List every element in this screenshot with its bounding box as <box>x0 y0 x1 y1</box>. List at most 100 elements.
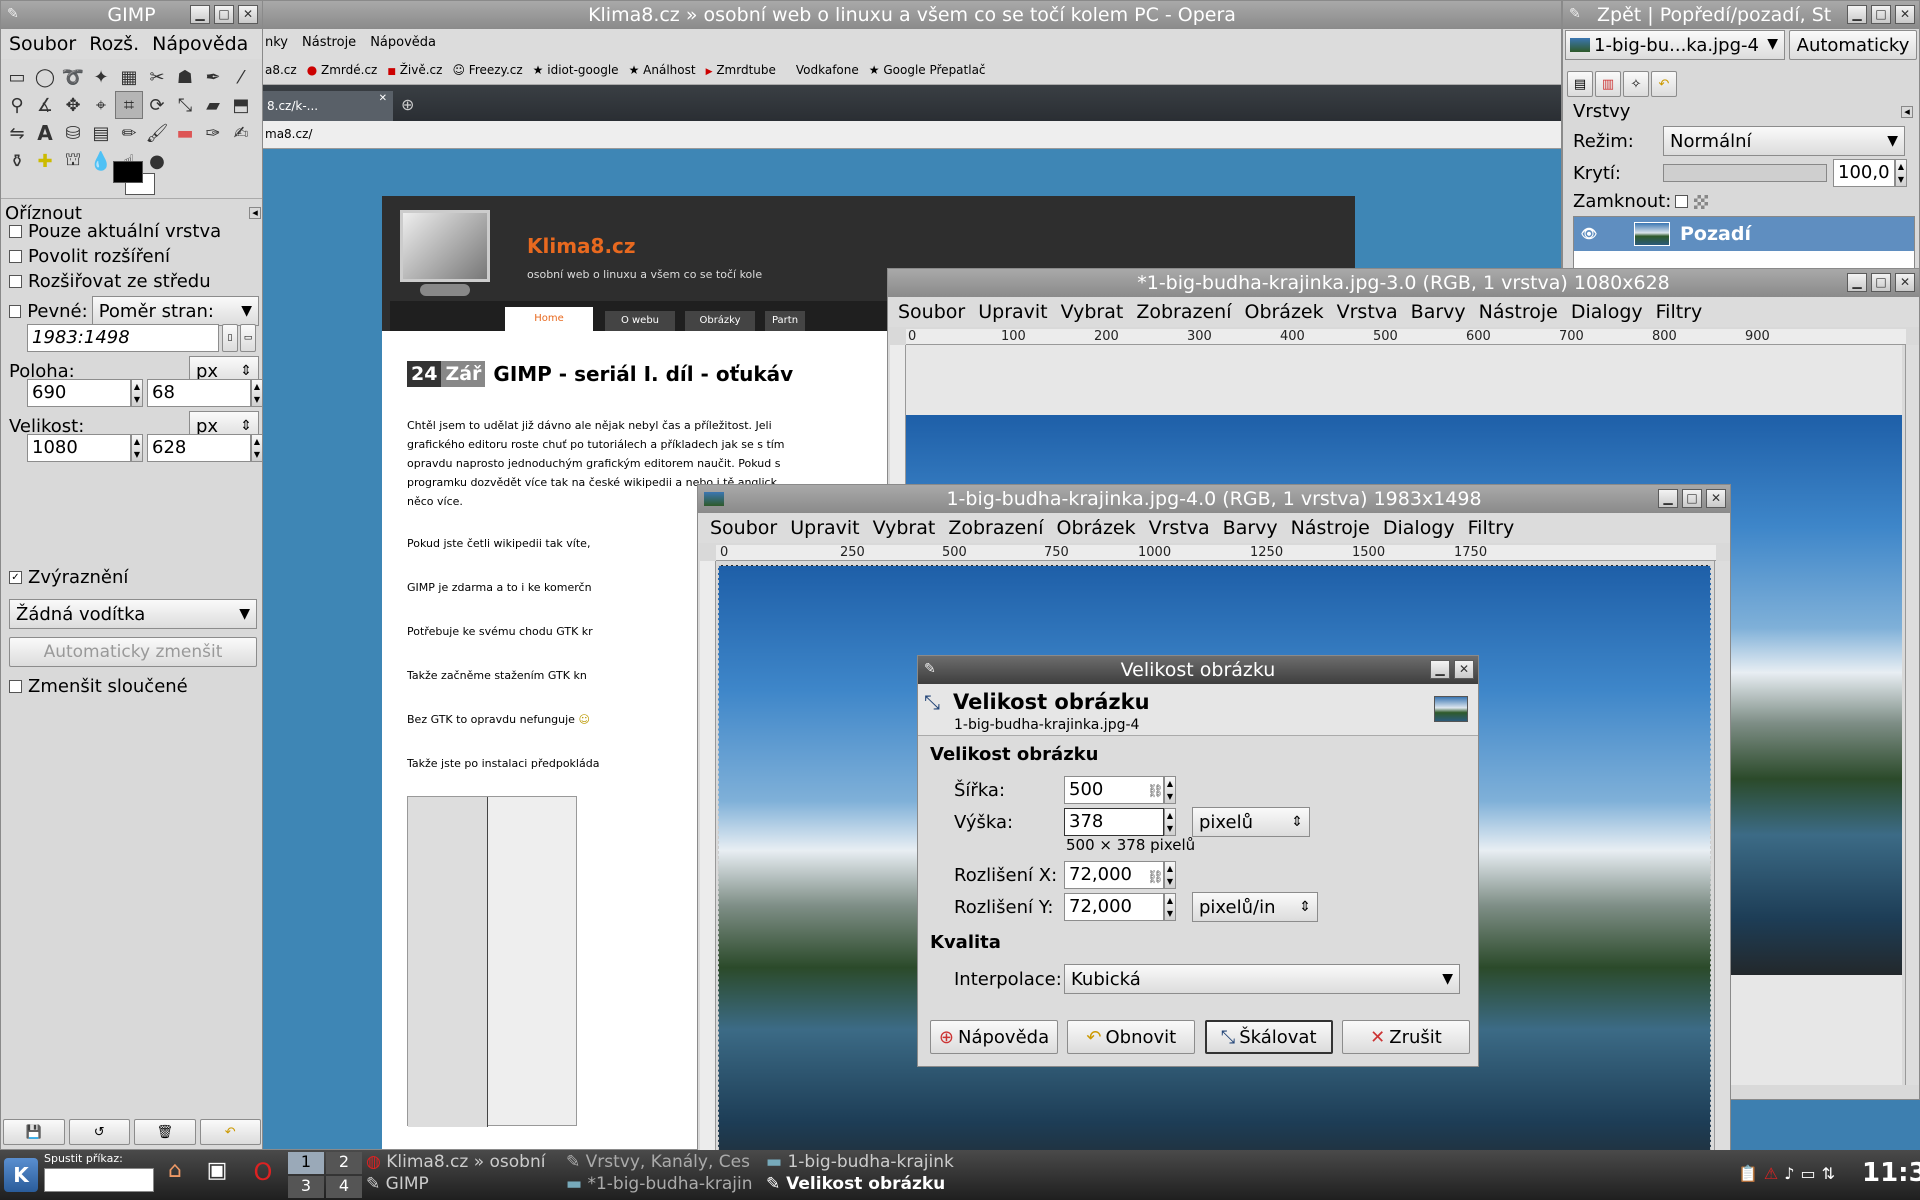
opt-highlight[interactable]: ✓ Zvýraznění <box>9 567 128 588</box>
post-screenshot-image[interactable] <box>407 796 577 1127</box>
auto-shrink-button[interactable]: Automaticky zmenšit <box>9 637 257 667</box>
menu-item[interactable]: Dialogy <box>1571 301 1643 323</box>
color-select-icon[interactable]: ▦ <box>115 63 143 91</box>
restore-options-icon[interactable]: ↺ <box>68 1119 130 1145</box>
checkbox[interactable] <box>9 275 22 288</box>
menu-item[interactable]: Barvy <box>1411 301 1466 323</box>
checkbox[interactable] <box>9 250 22 263</box>
menu-item[interactable]: Zobrazení <box>1136 301 1231 323</box>
bookmark-item[interactable]: ★ Análhost <box>629 63 696 77</box>
task-item[interactable]: ▬ *1-big-budha-krajin <box>566 1174 766 1196</box>
run-command-input[interactable] <box>44 1168 154 1192</box>
tab-layers-icon[interactable]: ▤ <box>1567 71 1593 97</box>
free-select-icon[interactable]: ➰ <box>59 63 87 91</box>
menu-item[interactable]: Barvy <box>1223 517 1278 539</box>
checkbox-checked[interactable]: ✓ <box>9 571 22 584</box>
res-y-spin[interactable]: ▲ ▼ <box>1164 893 1176 921</box>
pos-y-spin[interactable]: ▲ ▼ <box>251 379 262 407</box>
width-spin[interactable]: ▲ ▼ <box>1164 776 1176 804</box>
interp-select[interactable]: Kubická ▼ <box>1064 964 1460 994</box>
pos-x-input[interactable]: 690 <box>27 379 131 407</box>
nav-images[interactable]: Obrázky <box>685 311 755 331</box>
foreground-color[interactable] <box>113 161 143 183</box>
bookmark-item[interactable]: Vodkafone <box>796 63 859 77</box>
ellipse-select-icon[interactable]: ◯ <box>31 63 59 91</box>
menu-item[interactable]: Dialogy <box>1383 517 1455 539</box>
close-icon[interactable]: ✕ <box>1454 660 1474 679</box>
bookmark-item[interactable]: ● Zmrdé.cz <box>307 63 378 77</box>
bookmark-item[interactable]: ★ Google Přepatlač <box>869 63 986 77</box>
paintbrush-icon[interactable]: 🖌 <box>143 119 171 147</box>
height-spin[interactable]: ▲ ▼ <box>1164 808 1176 836</box>
res-y-input[interactable]: 72,000 <box>1064 893 1164 921</box>
opt-shrink-merged[interactable]: Zmenšit sloučené <box>9 676 188 697</box>
mode-select[interactable]: Normální ▼ <box>1663 126 1905 156</box>
image-select[interactable]: 1-big-bu...ka.jpg-4 ▼ <box>1565 30 1785 60</box>
network-icon[interactable]: ⇅ <box>1822 1164 1835 1183</box>
rotate-icon[interactable]: ⟳ <box>143 91 171 119</box>
landscape-icon[interactable]: ▭ <box>240 324 256 352</box>
kde-menu-icon[interactable]: K <box>4 1158 38 1192</box>
layers-titlebar[interactable]: ✎ Zpět | Popředí/pozadí, St ▁ □ ✕ <box>1563 1 1919 29</box>
blend-icon[interactable]: ▤ <box>87 119 115 147</box>
toolbox-titlebar[interactable]: ✎ GIMP ▁ □ ✕ <box>1 1 262 29</box>
move-icon[interactable]: ✥ <box>59 91 87 119</box>
new-tab-icon[interactable]: ⊕ <box>401 95 414 114</box>
menu-item[interactable]: Upravit <box>978 301 1047 323</box>
res-x-spin[interactable]: ▲ ▼ <box>1164 861 1176 889</box>
opt-expand-center[interactable]: Rozšiřovat ze středu <box>9 271 211 292</box>
menu-item[interactable]: Obrázek <box>1244 301 1323 323</box>
post-title[interactable]: GIMP - seriál I. díl - oťukáv <box>493 362 793 386</box>
menu-help[interactable]: Nápověda <box>152 33 248 55</box>
bookmark-item[interactable]: ▶ Zmrdtube <box>706 63 776 77</box>
image3-vscroll[interactable] <box>1905 345 1919 1085</box>
menu-item[interactable]: Upravit <box>790 517 859 539</box>
text-icon[interactable]: A <box>31 119 59 147</box>
pos-x-spin[interactable]: ▲ ▼ <box>131 379 143 407</box>
minimize-icon[interactable]: ▁ <box>1847 273 1867 292</box>
menu-extensions[interactable]: Rozš. <box>89 33 139 55</box>
close-icon[interactable]: ✕ <box>1706 489 1726 508</box>
close-icon[interactable]: ✕ <box>238 5 258 24</box>
image4-vruler[interactable] <box>700 561 716 1181</box>
opera-tab[interactable]: 8.cz/k-... ✕ <box>263 91 393 121</box>
bookmark-item[interactable]: a8.cz <box>265 63 297 77</box>
opt-current-layer[interactable]: Pouze aktuální vrstva <box>9 221 221 242</box>
reset-options-icon[interactable]: ↶ <box>199 1119 261 1145</box>
desktop-3[interactable]: 3 <box>288 1176 324 1198</box>
menu-item[interactable]: Vybrat <box>873 517 936 539</box>
maximize-icon[interactable]: □ <box>1871 273 1891 292</box>
menu-item[interactable]: Vrstva <box>1149 517 1210 539</box>
flip-icon[interactable]: ⇋ <box>3 119 31 147</box>
tab-paths-icon[interactable]: ✧ <box>1623 71 1649 97</box>
measure-icon[interactable]: ∡ <box>31 91 59 119</box>
task-item[interactable]: ◍ Klima8.cz » osobní <box>366 1152 566 1174</box>
display-icon[interactable]: ▭ <box>1800 1164 1815 1183</box>
menu-item[interactable]: Filtry <box>1468 517 1515 539</box>
maximize-icon[interactable]: □ <box>1682 489 1702 508</box>
minimize-icon[interactable]: ▁ <box>1658 489 1678 508</box>
res-unit-select[interactable]: pixelů/in ⇕ <box>1192 892 1318 922</box>
checkbox[interactable] <box>9 680 22 693</box>
blur-icon[interactable]: 💧 <box>87 147 115 175</box>
eye-icon[interactable]: 👁 <box>1574 227 1604 242</box>
menu-file[interactable]: Soubor <box>9 33 76 55</box>
fuzzy-select-icon[interactable]: ✦ <box>87 63 115 91</box>
sound-icon[interactable]: ♪ <box>1784 1164 1794 1183</box>
aspect-input[interactable]: 1983:1498 <box>27 324 219 352</box>
close-icon[interactable]: ✕ <box>1895 273 1915 292</box>
klipper-icon[interactable]: 📋 <box>1738 1164 1758 1183</box>
close-icon[interactable]: ✕ <box>1895 5 1915 24</box>
task-item[interactable]: ✎ GIMP <box>366 1174 566 1196</box>
layer-row[interactable]: 👁 Pozadí <box>1574 217 1914 251</box>
scale-button[interactable]: ⤡ Škálovat <box>1204 1020 1333 1054</box>
minimize-icon[interactable]: ▁ <box>1847 5 1867 24</box>
task-item[interactable]: ▬ 1-big-budha-krajink <box>766 1152 966 1174</box>
menu-item[interactable]: Obrázek <box>1056 517 1135 539</box>
scissors-icon[interactable]: ✂ <box>143 63 171 91</box>
maximize-icon[interactable]: □ <box>214 5 234 24</box>
portrait-icon[interactable]: ▯ <box>222 324 238 352</box>
opera-menu-item[interactable]: nky <box>265 35 288 50</box>
pencil-icon[interactable]: ✏ <box>115 119 143 147</box>
window-menu-icon[interactable]: ✎ <box>7 5 25 23</box>
